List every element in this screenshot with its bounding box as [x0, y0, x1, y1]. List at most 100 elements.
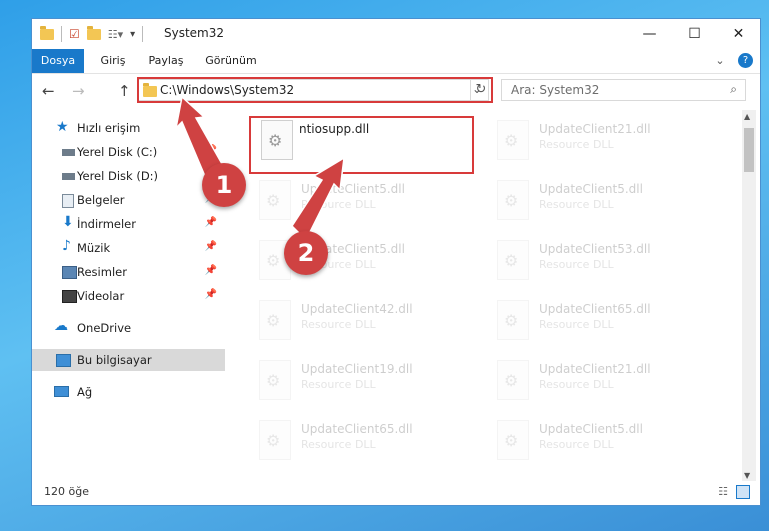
file-type: Resource DLL: [539, 198, 614, 211]
download-icon: ⬇: [62, 214, 74, 230]
pin-icon[interactable]: 📌: [205, 241, 217, 252]
sidebar-item-label: Müzik: [77, 241, 111, 255]
file-item[interactable]: UpdateClient65.dll Resource DLL: [249, 418, 469, 468]
computer-icon: [56, 354, 71, 367]
sidebar-item-videos[interactable]: Videolar 📌: [32, 285, 225, 307]
sidebar-item-onedrive[interactable]: ☁ OneDrive: [32, 317, 225, 339]
scroll-down-icon[interactable]: ▼: [744, 471, 750, 480]
view-options-icon[interactable]: ☷▾: [108, 28, 123, 41]
search-icon[interactable]: ⌕: [730, 82, 737, 97]
sidebar-item-pictures[interactable]: Resimler 📌: [32, 261, 225, 283]
sidebar-item-downloads[interactable]: ⬇ İndirmeler 📌: [32, 213, 225, 235]
scrollbar-thumb[interactable]: [744, 128, 754, 172]
file-item[interactable]: UpdateClient42.dll Resource DLL: [249, 298, 469, 348]
back-button[interactable]: ←: [42, 82, 55, 100]
search-placeholder: Ara: System32: [511, 83, 600, 97]
customize-toolbar-icon[interactable]: ▾: [130, 29, 135, 40]
drive-icon: [62, 149, 75, 156]
dll-file-icon: [497, 420, 529, 460]
pin-icon[interactable]: 📌: [205, 289, 217, 300]
help-button[interactable]: ?: [738, 53, 753, 68]
dll-file-icon: [497, 360, 529, 400]
file-name: UpdateClient5.dll: [301, 182, 405, 196]
dll-file-icon: [259, 360, 291, 400]
file-type: Resource DLL: [301, 198, 376, 211]
pin-icon[interactable]: 📌: [205, 265, 217, 276]
close-button[interactable]: ✕: [716, 19, 760, 49]
address-highlight: [137, 77, 493, 103]
sidebar-item-drive-d[interactable]: Yerel Disk (D:) 📌: [32, 165, 225, 187]
file-item[interactable]: UpdateClient5.dll Resource DLL: [249, 238, 469, 288]
tab-giris[interactable]: Giriş: [92, 49, 134, 73]
file-type: Resource DLL: [539, 438, 614, 451]
tab-dosya[interactable]: Dosya: [32, 49, 84, 73]
file-item[interactable]: UpdateClient21.dll Resource DLL: [487, 118, 707, 168]
forward-button[interactable]: →: [72, 82, 85, 100]
pictures-icon: [62, 266, 77, 279]
tab-gorunum[interactable]: Görünüm: [200, 49, 262, 73]
sidebar-item-this-pc[interactable]: Bu bilgisayar: [32, 349, 225, 371]
sidebar-item-documents[interactable]: Belgeler 📌: [32, 189, 225, 211]
sidebar-item-music[interactable]: ♪ Müzik 📌: [32, 237, 225, 259]
dll-file-icon: [259, 180, 291, 220]
navigation-pane: ★ Hızlı erişim Yerel Disk (C:) 📌 Yerel D…: [32, 112, 225, 480]
maximize-button[interactable]: ☐: [672, 19, 717, 49]
step-2-badge: 2: [284, 231, 328, 275]
video-icon: [62, 290, 77, 303]
dll-file-icon: [259, 300, 291, 340]
sidebar-item-drive-c[interactable]: Yerel Disk (C:) 📌: [32, 141, 225, 163]
details-view-icon[interactable]: ☷: [718, 485, 728, 498]
new-folder-icon[interactable]: [86, 25, 101, 40]
sidebar-item-label: Yerel Disk (C:): [77, 145, 158, 159]
file-item[interactable]: UpdateClient21.dll Resource DLL: [487, 358, 707, 408]
file-name: UpdateClient19.dll: [301, 362, 413, 376]
document-icon: [62, 194, 74, 208]
file-item[interactable]: UpdateClient53.dll Resource DLL: [487, 238, 707, 288]
file-item-ntiosupp[interactable]: ntiosupp.dll: [249, 116, 474, 174]
file-name: UpdateClient5.dll: [539, 182, 643, 196]
file-item[interactable]: UpdateClient65.dll Resource DLL: [487, 298, 707, 348]
cloud-icon: ☁: [54, 318, 68, 334]
file-item[interactable]: UpdateClient19.dll Resource DLL: [249, 358, 469, 408]
sidebar-item-label: Yerel Disk (D:): [77, 169, 159, 183]
sidebar-item-label: OneDrive: [77, 321, 132, 335]
pin-icon[interactable]: 📌: [205, 145, 217, 156]
file-name: UpdateClient21.dll: [539, 122, 651, 136]
tab-paylas[interactable]: Paylaş: [142, 49, 190, 73]
sidebar-item-label: Resimler: [77, 265, 127, 279]
expand-ribbon-button[interactable]: ⌄: [712, 49, 728, 73]
up-button[interactable]: ↑: [118, 82, 131, 100]
file-type: Resource DLL: [301, 378, 376, 391]
drive-icon: [62, 173, 75, 180]
file-name: UpdateClient21.dll: [539, 362, 651, 376]
minimize-button[interactable]: —: [627, 19, 672, 49]
file-item[interactable]: UpdateClient5.dll Resource DLL: [249, 178, 469, 228]
search-box[interactable]: Ara: System32 ⌕: [501, 79, 746, 101]
file-item[interactable]: UpdateClient5.dll Resource DLL: [487, 418, 707, 468]
file-type: Resource DLL: [301, 438, 376, 451]
dll-file-icon: [497, 240, 529, 280]
sidebar-item-quick-access[interactable]: ★ Hızlı erişim: [32, 117, 225, 139]
sidebar-item-label: Ağ: [77, 385, 93, 399]
status-bar: 120 öğe ☷: [32, 481, 760, 505]
file-name: ntiosupp.dll: [299, 122, 370, 136]
dll-file-icon: [497, 120, 529, 160]
item-count: 120 öğe: [44, 485, 89, 498]
large-icons-view-icon[interactable]: [736, 485, 750, 499]
file-item[interactable]: UpdateClient5.dll Resource DLL: [487, 178, 707, 228]
file-list: ntiosupp.dll UpdateClient5.dll Resource …: [227, 112, 742, 480]
sidebar-item-label: Videolar: [77, 289, 125, 303]
scroll-up-icon[interactable]: ▲: [744, 112, 750, 121]
file-type: Resource DLL: [539, 258, 614, 271]
sidebar-item-network[interactable]: Ağ: [32, 381, 225, 403]
pin-icon[interactable]: 📌: [205, 217, 217, 228]
vertical-scrollbar[interactable]: ▲ ▼: [742, 110, 756, 482]
step-1-badge: 1: [202, 163, 246, 207]
network-icon: [54, 386, 69, 397]
music-icon: ♪: [62, 238, 71, 254]
dll-file-icon: [261, 120, 293, 160]
window-title: System32: [164, 26, 225, 40]
properties-icon[interactable]: ☑: [69, 27, 80, 41]
file-name: UpdateClient65.dll: [539, 302, 651, 316]
file-name: UpdateClient5.dll: [539, 422, 643, 436]
